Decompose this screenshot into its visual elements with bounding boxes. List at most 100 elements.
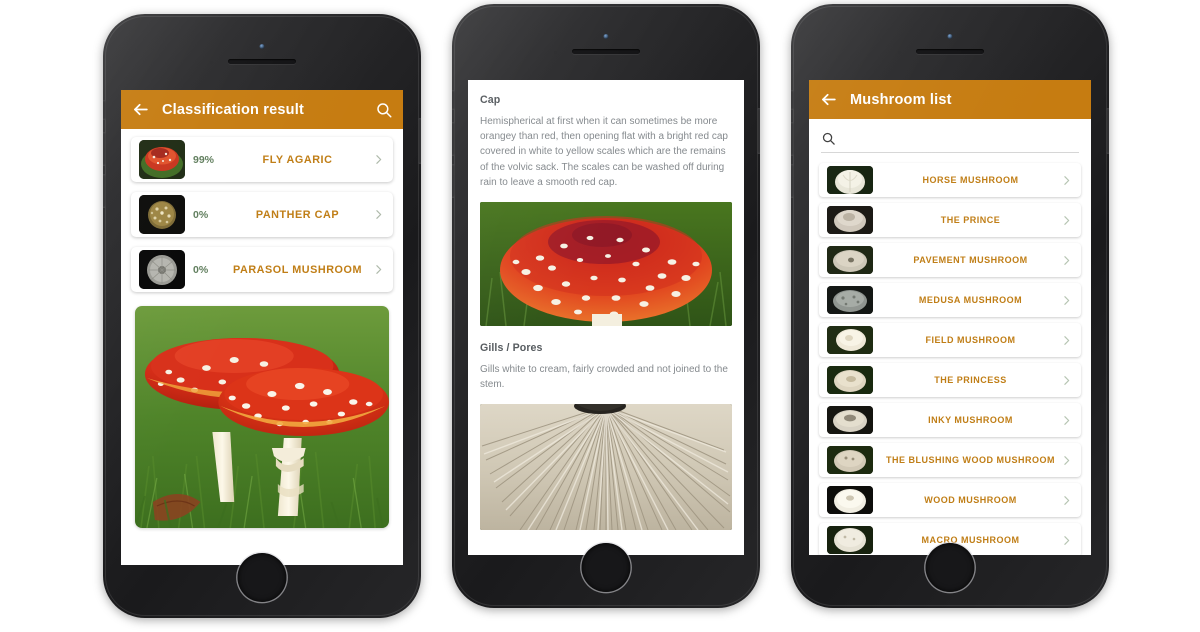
mushroom-thumb [827, 246, 873, 274]
list-item[interactable]: PAVEMENT MUSHROOM [819, 243, 1081, 277]
list-item[interactable]: THE BLUSHING WOOD MUSHROOM [819, 443, 1081, 477]
chevron-right-icon[interactable] [1060, 414, 1073, 427]
list-item[interactable]: WOOD MUSHROOM [819, 483, 1081, 517]
page-title: Classification result [162, 101, 304, 118]
mushroom-thumb [827, 206, 873, 234]
home-button[interactable] [925, 543, 975, 592]
chevron-right-icon[interactable] [1060, 214, 1073, 227]
list-item[interactable]: THE PRINCE [819, 203, 1081, 237]
detail-scroll-content[interactable]: Cap Hemispherical at first when it can s… [468, 80, 744, 555]
red-cap-photo [480, 201, 732, 326]
section-text-gills: Gills white to cream, fairly crowded and… [480, 363, 728, 391]
volume-up-button[interactable] [452, 122, 455, 156]
list-item-label: INKY MUSHROOM [928, 414, 1013, 425]
volume-down-button[interactable] [452, 164, 455, 198]
search-row [809, 119, 1091, 153]
list-item[interactable]: THE PRINCESS [819, 363, 1081, 397]
panther-cap-thumb [139, 195, 185, 234]
proximity-sensor [210, 61, 213, 64]
parasol-mushroom-thumb [139, 250, 185, 289]
earpiece-speaker [228, 59, 296, 64]
chevron-right-icon[interactable] [372, 208, 385, 221]
mushroom-thumb [827, 526, 873, 554]
arrow-left-icon[interactable] [819, 90, 838, 109]
proximity-sensor [554, 51, 557, 54]
chevron-right-icon[interactable] [1060, 494, 1073, 507]
front-camera [259, 44, 265, 49]
chevron-right-icon[interactable] [1060, 254, 1073, 267]
search-icon[interactable] [821, 131, 836, 146]
mushroom-thumb [827, 406, 873, 434]
mushroom-thumb [827, 326, 873, 354]
silent-switch[interactable] [452, 90, 455, 110]
section-text-cap: Hemispherical at first when it can somet… [480, 116, 728, 188]
chevron-right-icon[interactable] [372, 153, 385, 166]
search-field[interactable] [821, 131, 1079, 153]
phone-mockup-mushroom-list: Mushroom list HORSE MUSHROOM THE PRINCE … [791, 4, 1109, 608]
chevron-right-icon[interactable] [1060, 294, 1073, 307]
silent-switch[interactable] [791, 90, 794, 110]
power-button[interactable] [757, 108, 760, 154]
volume-up-button[interactable] [103, 132, 106, 166]
screenshot-canvas: Classification result 99% FLY AGARIC 0% … [0, 0, 1200, 632]
phone1-content: 99% FLY AGARIC 0% PANTHER CAP 0% PARASOL… [121, 129, 403, 565]
power-button[interactable] [418, 118, 421, 164]
table-row[interactable]: 0% PANTHER CAP [131, 192, 393, 237]
section-heading-gills: Gills / Pores [480, 341, 543, 354]
list-item[interactable]: HORSE MUSHROOM [819, 163, 1081, 197]
earpiece-speaker [916, 49, 984, 54]
chevron-right-icon[interactable] [1060, 334, 1073, 347]
confidence-percent: 0% [193, 263, 209, 276]
fly-agaric-thumb [139, 140, 185, 179]
earpiece-speaker [572, 49, 640, 54]
volume-down-button[interactable] [791, 164, 794, 198]
proximity-sensor [898, 51, 901, 54]
confidence-percent: 99% [193, 153, 215, 166]
table-row[interactable]: 0% PARASOL MUSHROOM [131, 247, 393, 292]
list-item-label: THE PRINCE [940, 214, 1001, 225]
home-button[interactable] [237, 553, 287, 602]
list-item[interactable]: INKY MUSHROOM [819, 403, 1081, 437]
arrow-left-icon[interactable] [131, 100, 150, 119]
list-item-label: MACRO MUSHROOM [921, 534, 1020, 545]
power-button[interactable] [1106, 108, 1109, 154]
list-item-label: WOOD MUSHROOM [924, 494, 1017, 505]
list-item-label: THE BLUSHING WOOD MUSHROOM [886, 454, 1055, 465]
phone1-appbar: Classification result [121, 90, 403, 129]
result-name: PARASOL MUSHROOM [233, 263, 362, 276]
home-button[interactable] [581, 543, 631, 592]
phone3-screen: Mushroom list HORSE MUSHROOM THE PRINCE … [809, 80, 1091, 555]
front-camera [603, 34, 609, 39]
mushroom-thumb [827, 446, 873, 474]
fly-agaric-photo [135, 306, 389, 528]
mushroom-list[interactable]: HORSE MUSHROOM THE PRINCE PAVEMENT MUSHR… [809, 153, 1091, 555]
phone2-screen: Cap Hemispherical at first when it can s… [468, 80, 744, 555]
volume-up-button[interactable] [791, 122, 794, 156]
search-input[interactable] [844, 132, 1079, 145]
volume-down-button[interactable] [103, 174, 106, 208]
phone1-screen: Classification result 99% FLY AGARIC 0% … [121, 90, 403, 565]
chevron-right-icon[interactable] [1060, 174, 1073, 187]
phone-mockup-mushroom-detail: Cap Hemispherical at first when it can s… [452, 4, 760, 608]
chevron-right-icon[interactable] [372, 263, 385, 276]
chevron-right-icon[interactable] [1060, 374, 1073, 387]
table-row[interactable]: 99% FLY AGARIC [131, 137, 393, 182]
phone3-appbar: Mushroom list [809, 80, 1091, 119]
confidence-percent: 0% [193, 208, 209, 221]
page-title: Mushroom list [850, 91, 952, 108]
section-heading-cap: Cap [480, 94, 501, 106]
result-name: FLY AGARIC [262, 153, 333, 166]
list-item[interactable]: MEDUSA MUSHROOM [819, 283, 1081, 317]
silent-switch[interactable] [103, 100, 106, 120]
chevron-right-icon[interactable] [1060, 454, 1073, 467]
list-item-label: PAVEMENT MUSHROOM [913, 254, 1028, 265]
mushroom-thumb [827, 366, 873, 394]
mushroom-thumb [827, 166, 873, 194]
chevron-right-icon[interactable] [1060, 534, 1073, 547]
list-item[interactable]: FIELD MUSHROOM [819, 323, 1081, 357]
list-item-label: THE PRINCESS [934, 374, 1007, 385]
search-icon[interactable] [375, 101, 393, 119]
front-camera [947, 34, 953, 39]
list-item-label: FIELD MUSHROOM [925, 334, 1016, 345]
phone-mockup-classification-result: Classification result 99% FLY AGARIC 0% … [103, 14, 421, 618]
